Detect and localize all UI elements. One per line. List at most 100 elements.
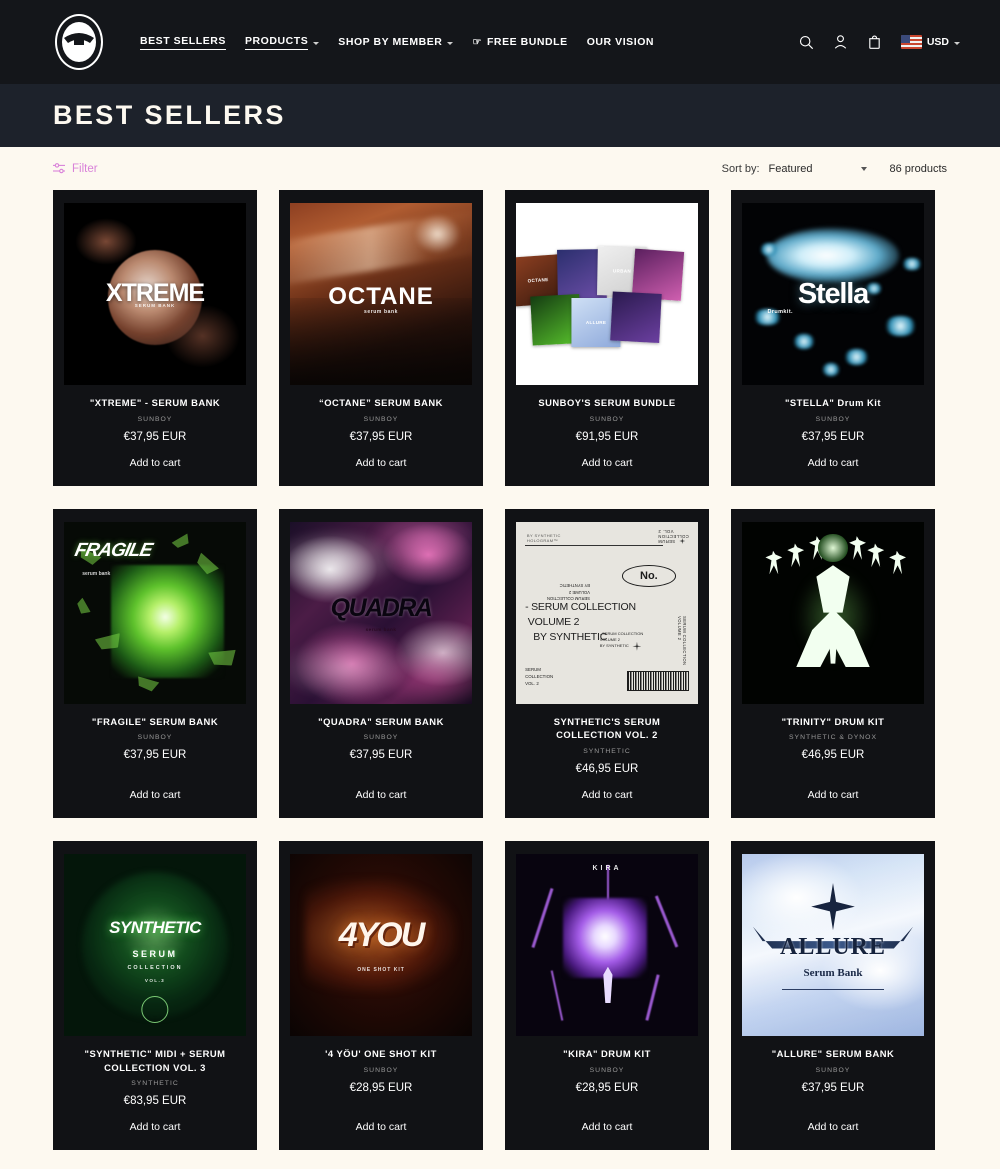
- product-artwork: KIRA: [516, 853, 698, 1036]
- product-card[interactable]: KIRA "KIRA" DRUM KIT SUNBOY €28,95 EUR A…: [505, 840, 709, 1151]
- site-header: BEST SELLERS PRODUCTS SHOP BY MEMBER ☞ F…: [0, 0, 1000, 84]
- nav-item-our-vision[interactable]: OUR VISION: [587, 36, 654, 48]
- pointing-hand-icon: ☞: [472, 36, 482, 48]
- product-title[interactable]: “OCTANE” SERUM BANK: [294, 396, 468, 410]
- product-card[interactable]: SYNTHETIC SERUM COLLECTION VOL.3 "SYNTHE…: [53, 840, 257, 1151]
- product-vendor: SUNBOY: [137, 415, 173, 423]
- product-card[interactable]: OCTANE serum bank “OCTANE” SERUM BANK SU…: [279, 190, 483, 486]
- add-to-cart-button[interactable]: Add to cart: [746, 775, 920, 818]
- product-image[interactable]: BY SYNTHETIC HOLOGRAM™ SERUM COLLECTION VOL…: [516, 521, 698, 704]
- sort-select[interactable]: Featured: [769, 163, 867, 175]
- header-actions: USD: [799, 34, 960, 50]
- search-icon[interactable]: [799, 35, 814, 50]
- add-to-cart-button[interactable]: Add to cart: [520, 443, 694, 486]
- product-artwork: Stella Drumkit.: [742, 203, 924, 385]
- account-icon[interactable]: [833, 34, 848, 50]
- product-price: €37,95 EUR: [349, 749, 413, 762]
- add-to-cart-button[interactable]: Add to cart: [294, 775, 468, 818]
- add-to-cart-button[interactable]: Add to cart: [520, 775, 694, 818]
- add-to-cart-button[interactable]: Add to cart: [746, 1107, 920, 1150]
- sort-controls: Sort by: Featured 86 products: [722, 163, 947, 175]
- product-card[interactable]: OCTANE URBAN ALLURE SUNBOY'S SERUM BUNDLE …: [505, 190, 709, 486]
- product-image[interactable]: OCTANE serum bank: [290, 203, 472, 385]
- sort-selected-value: Featured: [768, 162, 813, 175]
- product-image[interactable]: FRAGILE serum bank: [64, 521, 246, 704]
- product-title[interactable]: "QUADRA" SERUM BANK: [294, 715, 468, 729]
- add-to-cart-button[interactable]: Add to cart: [520, 1107, 694, 1150]
- product-card[interactable]: FRAGILE serum bank "FRAGILE" SERUM BANK …: [53, 508, 257, 818]
- product-card[interactable]: Stella Drumkit. "STELLA" Drum Kit SUNBOY…: [731, 190, 935, 486]
- add-to-cart-button[interactable]: Add to cart: [68, 1107, 242, 1150]
- nav-item-best-sellers[interactable]: BEST SELLERS: [140, 35, 226, 50]
- product-image[interactable]: KIRA: [516, 853, 698, 1036]
- nav-label: OUR VISION: [586, 36, 655, 48]
- product-card[interactable]: QUADRA serum bank "QUADRA" SERUM BANK SU…: [279, 508, 483, 818]
- product-title[interactable]: "FRAGILE" SERUM BANK: [68, 715, 242, 729]
- product-card[interactable]: 4YOU ONE SHOT KIT '4 YÖU' ONE SHOT KIT S…: [279, 840, 483, 1151]
- product-info: "STELLA" Drum Kit SUNBOY €37,95 EUR Add …: [742, 385, 924, 486]
- product-price: €28,95 EUR: [349, 1081, 413, 1094]
- product-title[interactable]: SYNTHETIC'S SERUM COLLECTION VOL. 2: [520, 715, 694, 742]
- chevron-down-icon: [954, 41, 960, 45]
- product-card[interactable]: XTREME SERUM BANK "XTREME" - SERUM BANK …: [53, 190, 257, 486]
- product-vendor: SYNTHETIC: [131, 1080, 179, 1088]
- product-artwork: SYNTHETIC SERUM COLLECTION VOL.3: [64, 853, 246, 1036]
- product-price: €46,95 EUR: [575, 762, 639, 775]
- product-image[interactable]: XTREME SERUM BANK: [64, 203, 246, 385]
- product-artwork: ALLURE Serum Bank: [742, 853, 924, 1036]
- add-to-cart-button[interactable]: Add to cart: [294, 1107, 468, 1150]
- product-image[interactable]: QUADRA serum bank: [290, 521, 472, 704]
- product-title[interactable]: "XTREME" - SERUM BANK: [68, 396, 242, 410]
- product-card[interactable]: "TRINITY" DRUM KIT SYNTHETIC & DYNOX €46…: [731, 508, 935, 818]
- add-to-cart-button[interactable]: Add to cart: [68, 443, 242, 486]
- cart-icon[interactable]: [867, 34, 882, 50]
- product-title[interactable]: "STELLA" Drum Kit: [746, 396, 920, 410]
- product-image[interactable]: OCTANE URBAN ALLURE: [516, 203, 698, 385]
- product-vendor: SUNBOY: [363, 415, 399, 423]
- product-title[interactable]: "ALLURE" SERUM BANK: [746, 1047, 920, 1061]
- product-card[interactable]: BY SYNTHETIC HOLOGRAM™ SERUM COLLECTION VOL…: [505, 508, 709, 818]
- product-card[interactable]: ALLURE Serum Bank "ALLURE" SERUM BANK SU…: [731, 840, 935, 1151]
- product-title[interactable]: "KIRA" DRUM KIT: [520, 1047, 694, 1061]
- page-title: BEST SELLERS: [53, 100, 286, 130]
- product-price: €37,95 EUR: [801, 1081, 865, 1094]
- product-price: €37,95 EUR: [349, 430, 413, 443]
- nav-item-shop-by-member[interactable]: SHOP BY MEMBER: [338, 36, 454, 48]
- product-vendor: SUNBOY: [363, 1066, 399, 1074]
- collection-toolbar: Filter Sort by: Featured 86 products: [0, 147, 1000, 190]
- product-image[interactable]: [742, 521, 924, 704]
- product-image[interactable]: ALLURE Serum Bank: [742, 853, 924, 1036]
- nav-label: BEST SELLERS: [140, 35, 226, 50]
- product-image[interactable]: 4YOU ONE SHOT KIT: [290, 853, 472, 1036]
- product-vendor: SUNBOY: [589, 1066, 625, 1074]
- add-to-cart-button[interactable]: Add to cart: [746, 443, 920, 486]
- add-to-cart-button[interactable]: Add to cart: [68, 775, 242, 818]
- filter-button[interactable]: Filter: [53, 163, 98, 175]
- product-info: "FRAGILE" SERUM BANK SUNBOY €37,95 EUR A…: [64, 704, 246, 818]
- brand-logo[interactable]: [55, 14, 103, 70]
- product-title[interactable]: "TRINITY" DRUM KIT: [746, 715, 920, 729]
- product-info: "XTREME" - SERUM BANK SUNBOY €37,95 EUR …: [64, 385, 246, 486]
- product-artwork: OCTANE serum bank: [290, 203, 472, 385]
- product-vendor: SUNBOY: [363, 734, 399, 742]
- chevron-down-icon: [447, 41, 454, 45]
- product-image[interactable]: Stella Drumkit.: [742, 203, 924, 385]
- chevron-down-icon: [860, 166, 867, 171]
- chevron-down-icon: [313, 41, 320, 45]
- currency-label: USD: [926, 36, 949, 48]
- product-artwork: [742, 521, 924, 704]
- product-title[interactable]: '4 YÖU' ONE SHOT KIT: [294, 1047, 468, 1061]
- product-vendor: SYNTHETIC: [583, 747, 631, 755]
- product-image[interactable]: SYNTHETIC SERUM COLLECTION VOL.3: [64, 853, 246, 1036]
- nav-item-products[interactable]: PRODUCTS: [244, 35, 320, 50]
- currency-selector[interactable]: USD: [900, 35, 960, 49]
- product-title[interactable]: SUNBOY'S SERUM BUNDLE: [520, 396, 694, 410]
- product-artwork: 4YOU ONE SHOT KIT: [290, 853, 472, 1036]
- product-title[interactable]: "SYNTHETIC" MIDI + SERUM COLLECTION VOL.…: [68, 1047, 242, 1074]
- product-info: "ALLURE" SERUM BANK SUNBOY €37,95 EUR Ad…: [742, 1036, 924, 1150]
- add-to-cart-button[interactable]: Add to cart: [294, 443, 468, 486]
- product-info: SYNTHETIC'S SERUM COLLECTION VOL. 2 SYNT…: [516, 704, 698, 818]
- nav-label: SHOP BY MEMBER: [338, 36, 443, 48]
- product-price: €28,95 EUR: [575, 1081, 639, 1094]
- nav-item-free-bundle[interactable]: ☞ FREE BUNDLE: [472, 36, 567, 48]
